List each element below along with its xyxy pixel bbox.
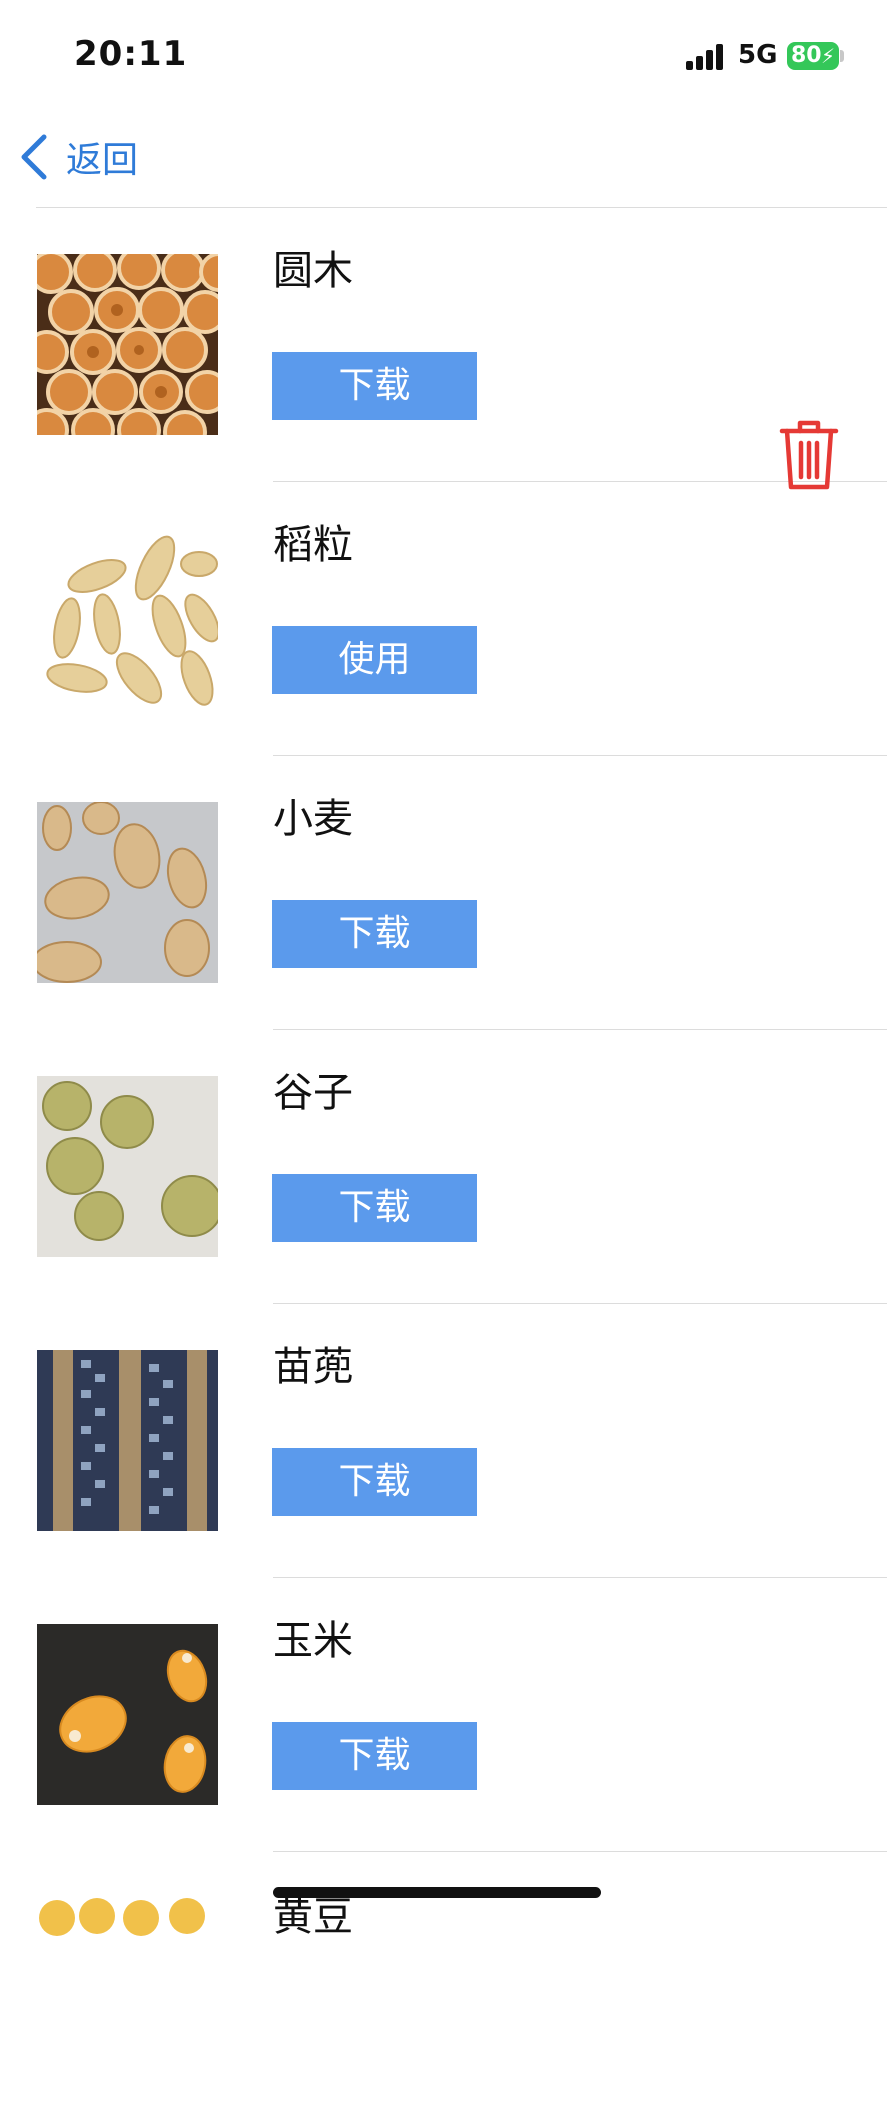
- item-name: 稻粒: [273, 522, 353, 568]
- battery-icon: 80 ⚡: [787, 42, 839, 70]
- item-name: 小麦: [273, 796, 353, 842]
- download-button[interactable]: 下载: [272, 1448, 477, 1516]
- item-name: 圆木: [273, 248, 353, 294]
- back-button[interactable]: 返回: [18, 130, 138, 184]
- wheat-grain-thumbnail: [37, 802, 218, 983]
- soybean-thumbnail: [37, 1898, 218, 2079]
- rice-grain-thumbnail: [37, 528, 218, 709]
- download-button[interactable]: 下载: [272, 352, 477, 420]
- battery-cap: [840, 50, 844, 62]
- back-label: 返回: [66, 140, 139, 181]
- home-indicator[interactable]: [273, 1887, 601, 1898]
- trash-icon[interactable]: [778, 417, 840, 493]
- battery-level: 80: [791, 43, 822, 68]
- list-item-millet: 谷子 下载: [0, 1030, 887, 1304]
- status-bar: 20:11 5G 80 ⚡: [0, 0, 887, 110]
- list-item-seedling: 苗蔸 下载: [0, 1304, 887, 1578]
- item-name: 玉米: [273, 1618, 353, 1664]
- log-ends-thumbnail: [37, 254, 218, 435]
- network-type: 5G: [738, 40, 778, 70]
- corn-kernel-thumbnail: [37, 1624, 218, 1805]
- list-item-wheat: 小麦 下载: [0, 756, 887, 1030]
- list-item-log: 圆木 下载: [0, 208, 887, 482]
- chevron-left-icon: [21, 134, 47, 180]
- millet-thumbnail: [37, 1076, 218, 1257]
- item-name: 苗蔸: [273, 1344, 353, 1390]
- list-item-rice: 稻粒 使用: [0, 482, 887, 756]
- download-button[interactable]: 下载: [272, 1722, 477, 1790]
- status-time: 20:11: [74, 34, 188, 74]
- cellular-signal-icon: [686, 44, 724, 70]
- download-button[interactable]: 下载: [272, 1174, 477, 1242]
- use-button[interactable]: 使用: [272, 626, 477, 694]
- charging-bolt-icon: ⚡: [820, 44, 835, 68]
- item-name: 谷子: [273, 1070, 353, 1116]
- model-list: 圆木 下载 稻粒 使用 小麦 下载 谷子 下载 苗蔸 下载 玉米 下载 黄豆: [0, 208, 887, 2126]
- download-button[interactable]: 下载: [272, 900, 477, 968]
- seedling-row-thumbnail: [37, 1350, 218, 1531]
- list-item-corn: 玉米 下载: [0, 1578, 887, 1852]
